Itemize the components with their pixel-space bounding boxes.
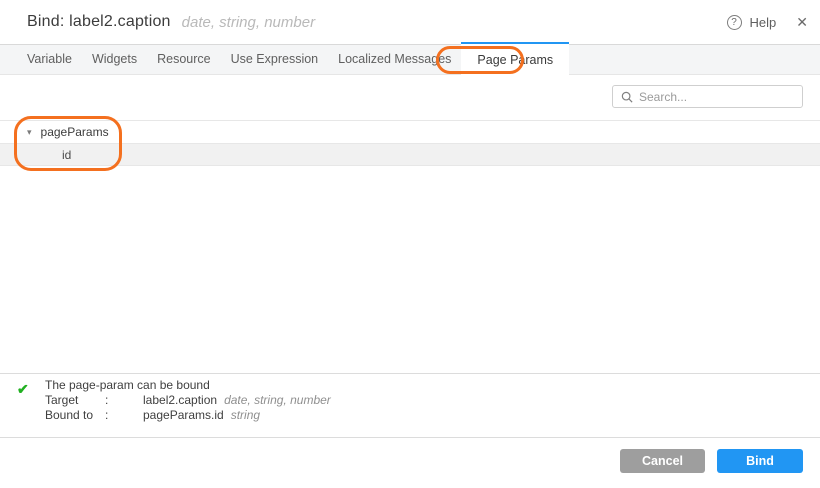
summary-colon: : — [105, 393, 143, 408]
help-icon[interactable]: ? — [727, 15, 742, 30]
tab-resource[interactable]: Resource — [147, 45, 221, 74]
tree-node-pageparams[interactable]: ▾ pageParams — [0, 120, 820, 143]
caret-down-icon[interactable]: ▾ — [27, 127, 32, 138]
title-wrap: Bind: label2.caption date, string, numbe… — [27, 0, 315, 44]
bind-summary: ✔ The page-param can be bound Target:lab… — [0, 373, 820, 437]
summary-status: The page-param can be bound — [45, 378, 331, 393]
page-params-tree: ▾ pageParams id — [0, 120, 820, 166]
search-icon — [621, 91, 633, 103]
tree-node-label: pageParams — [41, 125, 109, 139]
tab-localized-messages[interactable]: Localized Messages — [328, 45, 461, 74]
summary-boundto-row: Bound to:pageParams.id string — [45, 408, 331, 423]
tree-node-label: id — [62, 148, 71, 162]
tab-use-expression[interactable]: Use Expression — [221, 45, 329, 74]
dialog-subtitle-types: date, string, number — [182, 14, 315, 31]
tab-page-params[interactable]: Page Params — [461, 42, 569, 75]
tab-widgets[interactable]: Widgets — [82, 45, 147, 74]
close-icon[interactable]: ✕ — [796, 14, 808, 31]
tab-variable[interactable]: Variable — [17, 45, 82, 74]
check-icon: ✔ — [17, 381, 29, 398]
header-actions: ? Help ✕ — [727, 0, 808, 44]
summary-target-type: date, string, number — [224, 393, 331, 407]
dialog-header: Bind: label2.caption date, string, numbe… — [0, 0, 820, 44]
summary-target-row: Target:label2.caption date, string, numbe… — [45, 393, 331, 408]
summary-boundto-type: string — [231, 408, 260, 422]
tab-bar: Variable Widgets Resource Use Expression… — [0, 44, 820, 75]
bind-button[interactable]: Bind — [717, 449, 803, 473]
summary-boundto-label: Bound to — [45, 408, 105, 423]
summary-lines: The page-param can be bound Target:label… — [45, 378, 331, 423]
search-box[interactable] — [612, 85, 803, 108]
summary-target-value: label2.caption — [143, 393, 217, 407]
help-link[interactable]: Help — [750, 15, 777, 30]
search-input[interactable] — [639, 90, 802, 104]
summary-target-label: Target — [45, 393, 105, 408]
summary-colon: : — [105, 408, 143, 423]
tree-node-id[interactable]: id — [0, 143, 820, 166]
cancel-button[interactable]: Cancel — [620, 449, 705, 473]
dialog-footer: Cancel Bind — [0, 437, 820, 488]
dialog-title: Bind: label2.caption — [27, 13, 171, 31]
summary-boundto-value: pageParams.id — [143, 408, 224, 422]
